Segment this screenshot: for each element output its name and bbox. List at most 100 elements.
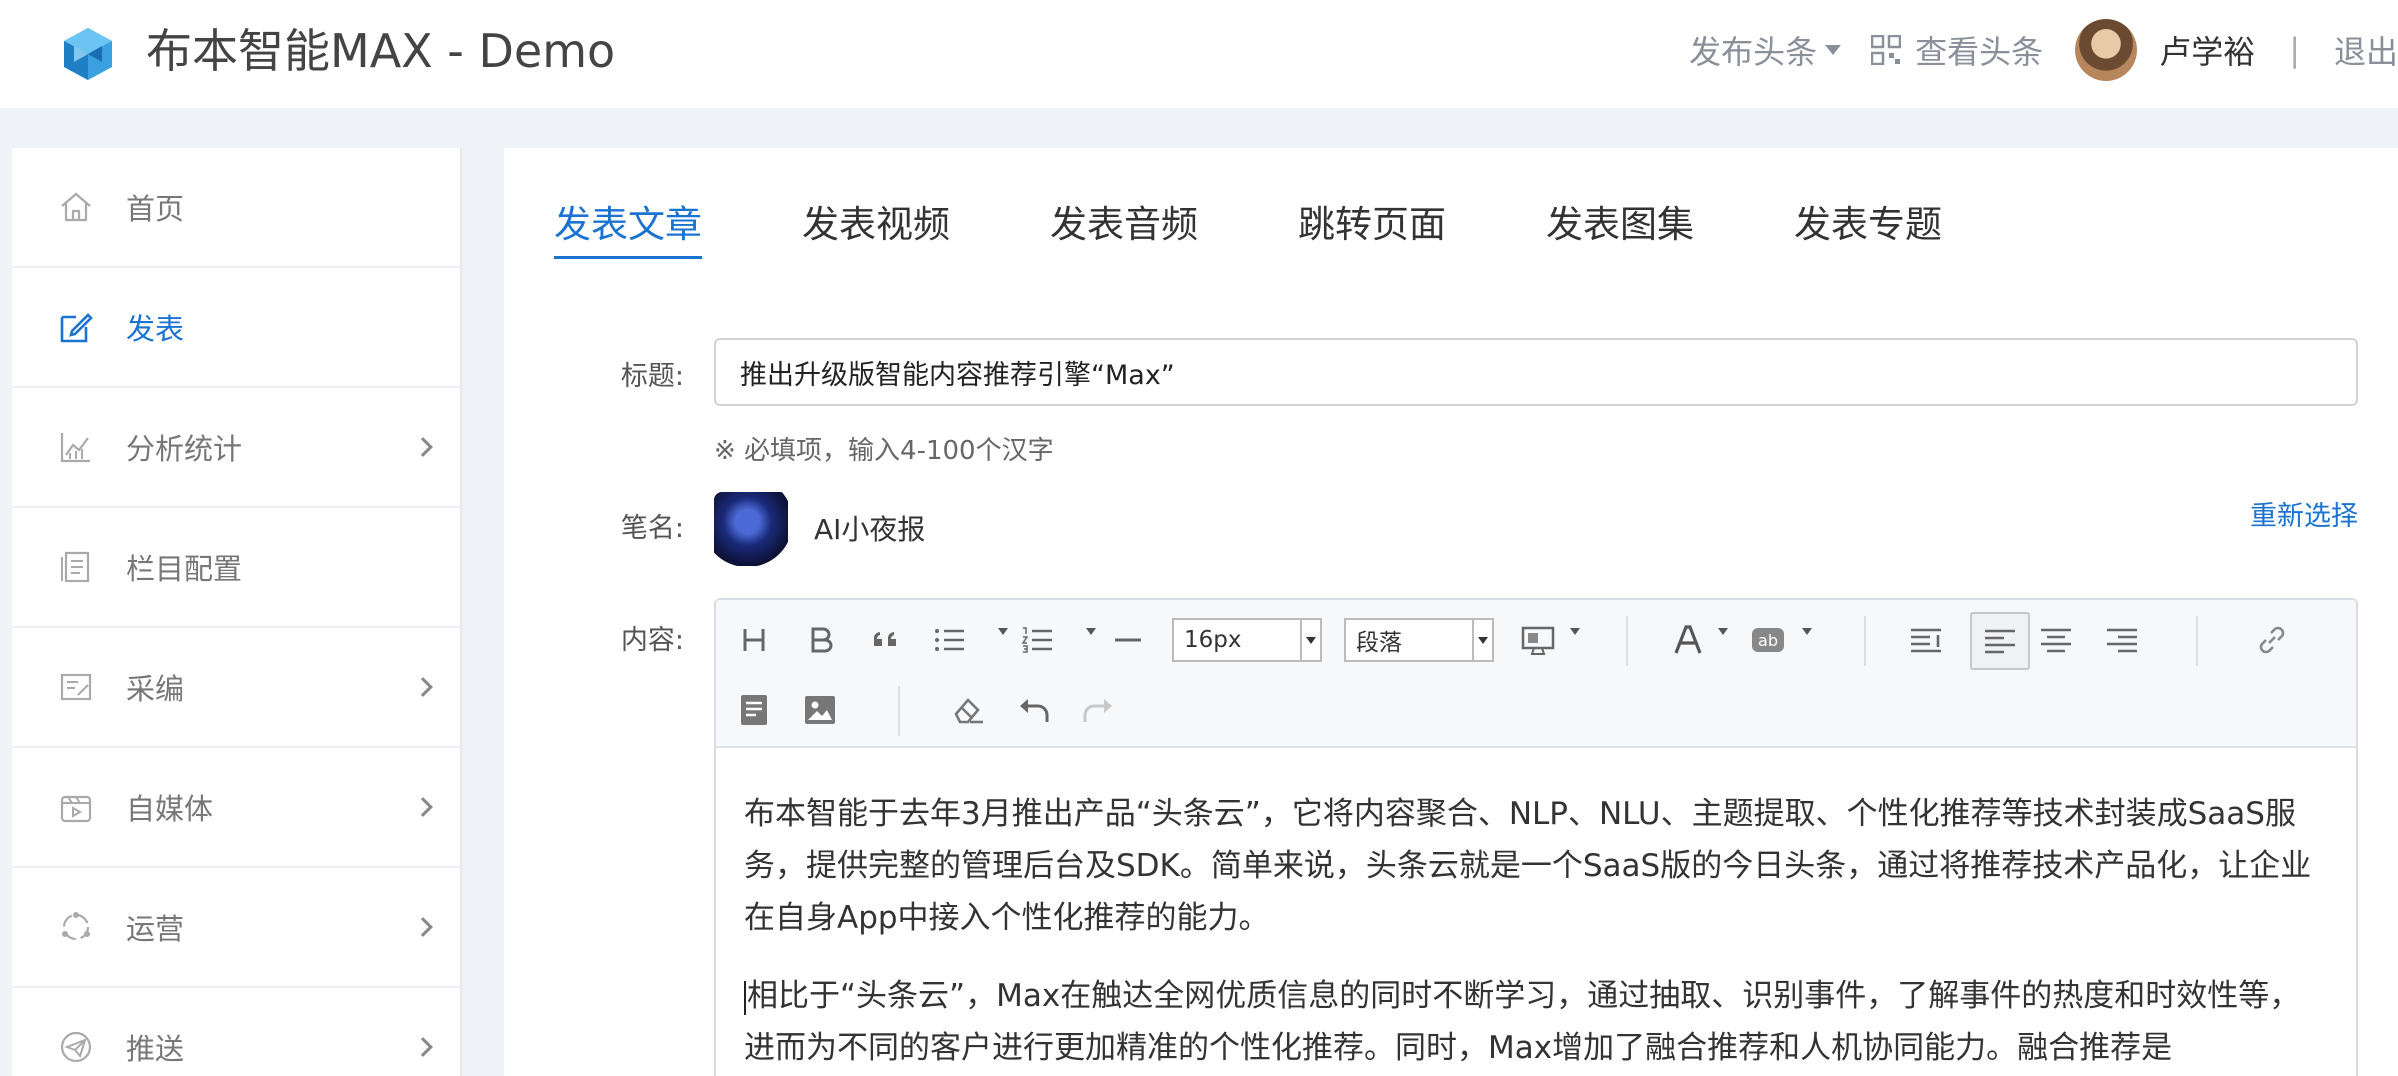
media-icon: [60, 795, 92, 823]
toolbar-divider: [1864, 616, 1866, 666]
editor-toolbar: 16px 段落 ab: [716, 600, 2356, 748]
chevron-right-icon: [413, 917, 433, 937]
font-size-select[interactable]: 16px: [1172, 618, 1322, 662]
toolbar-divider: [2196, 616, 2198, 666]
align-right-icon: [2107, 628, 2137, 653]
tab-audio[interactable]: 发表音频: [1050, 194, 1198, 259]
insert-image-button[interactable]: [798, 688, 842, 732]
document-icon: [741, 695, 767, 725]
highlight-icon: ab: [1752, 628, 1784, 652]
collect-icon: [60, 673, 92, 701]
caret-down-icon[interactable]: [1570, 628, 1580, 635]
insert-link-button[interactable]: [2250, 618, 2294, 662]
sidebar-item-label: 分析统计: [126, 432, 243, 466]
sidebar-item-operations[interactable]: 运营: [12, 868, 460, 988]
top-header: 布本智能MAX - Demo 发布头条 查看头条 卢学裕 | 退出: [0, 0, 2398, 108]
pen-name-label: 笔名:: [620, 513, 684, 544]
select-arrow-icon: [1300, 620, 1320, 660]
title-hint: ※ 必填项，输入4-100个汉字: [714, 436, 1054, 466]
main-panel: 发表文章 发表视频 发表音频 跳转页面 发表图集 发表专题 标题: ※ 必填项，…: [504, 148, 2398, 1076]
ordered-list-button[interactable]: [1016, 618, 1060, 662]
reselect-button[interactable]: 重新选择: [2250, 494, 2358, 533]
caret-down-icon[interactable]: [1802, 628, 1812, 635]
background-color-button[interactable]: ab: [1746, 618, 1790, 662]
sidebar-item-editorial[interactable]: 采编: [12, 628, 460, 748]
chart-icon: [60, 433, 90, 463]
chevron-right-icon: [413, 677, 433, 697]
align-center-icon: [2041, 628, 2071, 653]
embed-media-button[interactable]: [1516, 618, 1560, 662]
align-left-icon: [1985, 629, 2015, 654]
quote-icon: [874, 632, 896, 646]
sidebar-item-publish[interactable]: 发表: [12, 268, 460, 388]
tab-article[interactable]: 发表文章: [554, 194, 702, 259]
content-paragraph-text: 相比于“头条云”，Max在触达全网优质信息的同时不断学习，通过抽取、识别事件，了…: [744, 978, 2301, 1066]
column-config-icon: [61, 551, 90, 583]
tab-gallery[interactable]: 发表图集: [1546, 194, 1694, 259]
align-left-button[interactable]: [1970, 612, 2030, 670]
bullet-list-button[interactable]: [928, 618, 972, 662]
app-logo-icon: [64, 28, 112, 80]
paragraph-select[interactable]: 段落: [1344, 618, 1494, 662]
publish-menu-dropdown[interactable]: 发布头条: [1689, 27, 1842, 73]
tab-redirect[interactable]: 跳转页面: [1298, 194, 1446, 259]
redo-button[interactable]: [1076, 688, 1120, 732]
select-arrow-icon: [1472, 620, 1492, 660]
align-right-button[interactable]: [2100, 618, 2144, 662]
align-center-button[interactable]: [2034, 618, 2078, 662]
sidebar-item-home[interactable]: 首页: [12, 148, 460, 268]
link-icon: [2259, 626, 2285, 654]
header-actions: 发布头条 查看头条 卢学裕 | 退出: [1689, 0, 2398, 100]
font-color-button[interactable]: [1666, 618, 1710, 662]
tab-topic[interactable]: 发表专题: [1794, 194, 1942, 259]
horizontal-rule-icon: [1115, 638, 1141, 642]
svg-text:ab: ab: [1758, 631, 1778, 650]
sidebar-item-label: 采编: [126, 672, 185, 706]
view-headlines-link[interactable]: 查看头条: [1871, 27, 2043, 73]
caret-down-icon[interactable]: [1718, 628, 1728, 635]
redo-icon: [1083, 699, 1112, 722]
sidebar-nav: 首页 发表 分析统计 栏目配置 采编 自媒体 运营 推送: [12, 148, 462, 1076]
user-name: 卢学裕: [2159, 33, 2256, 71]
bold-button[interactable]: [798, 618, 842, 662]
pen-name-avatar: [714, 492, 788, 566]
header-separator: |: [2289, 31, 2300, 69]
sidebar-item-push[interactable]: 推送: [12, 988, 460, 1076]
content-label: 内容:: [620, 625, 684, 656]
app-title: 布本智能MAX - Demo: [146, 24, 616, 78]
font-color-icon: [1674, 625, 1702, 654]
sidebar-item-column-config[interactable]: 栏目配置: [12, 508, 460, 628]
toolbar-divider: [898, 686, 900, 736]
chevron-right-icon: [413, 437, 433, 457]
eraser-icon: [954, 698, 983, 724]
publish-tabs: 发表文章 发表视频 发表音频 跳转页面 发表图集 发表专题: [554, 194, 2042, 259]
embed-media-icon: [1521, 626, 1555, 655]
sidebar-item-self-media[interactable]: 自媒体: [12, 748, 460, 868]
editor-content[interactable]: 布本智能于去年3月推出产品“头条云”，它将内容聚合、NLP、NLU、主题提取、个…: [744, 788, 2324, 1076]
sidebar-item-label: 栏目配置: [126, 552, 243, 586]
clear-format-button[interactable]: [946, 688, 990, 732]
caret-down-icon[interactable]: [1086, 628, 1096, 635]
sidebar-item-label: 首页: [126, 192, 185, 226]
toolbar-divider: [1626, 616, 1628, 666]
caret-down-icon: [1825, 45, 1842, 55]
qrcode-icon: [1871, 35, 1902, 65]
tab-video[interactable]: 发表视频: [802, 194, 950, 259]
horizontal-rule-button[interactable]: [1106, 618, 1150, 662]
title-label: 标题:: [620, 361, 684, 392]
user-info[interactable]: 卢学裕: [2075, 19, 2255, 81]
heading-button[interactable]: [732, 618, 776, 662]
pen-name-value: AI小夜报: [814, 513, 926, 546]
logout-link[interactable]: 退出: [2334, 27, 2398, 73]
chevron-right-icon: [413, 1037, 433, 1057]
title-input[interactable]: [714, 338, 2358, 406]
undo-button[interactable]: [1012, 688, 1056, 732]
insert-document-button[interactable]: [732, 688, 776, 732]
caret-down-icon[interactable]: [998, 628, 1008, 635]
sidebar-item-analytics[interactable]: 分析统计: [12, 388, 460, 508]
chevron-right-icon: [413, 797, 433, 817]
heading-icon: [743, 629, 765, 651]
bullet-list-icon: [935, 629, 964, 651]
indent-button[interactable]: [1904, 618, 1948, 662]
blockquote-button[interactable]: [864, 618, 908, 662]
